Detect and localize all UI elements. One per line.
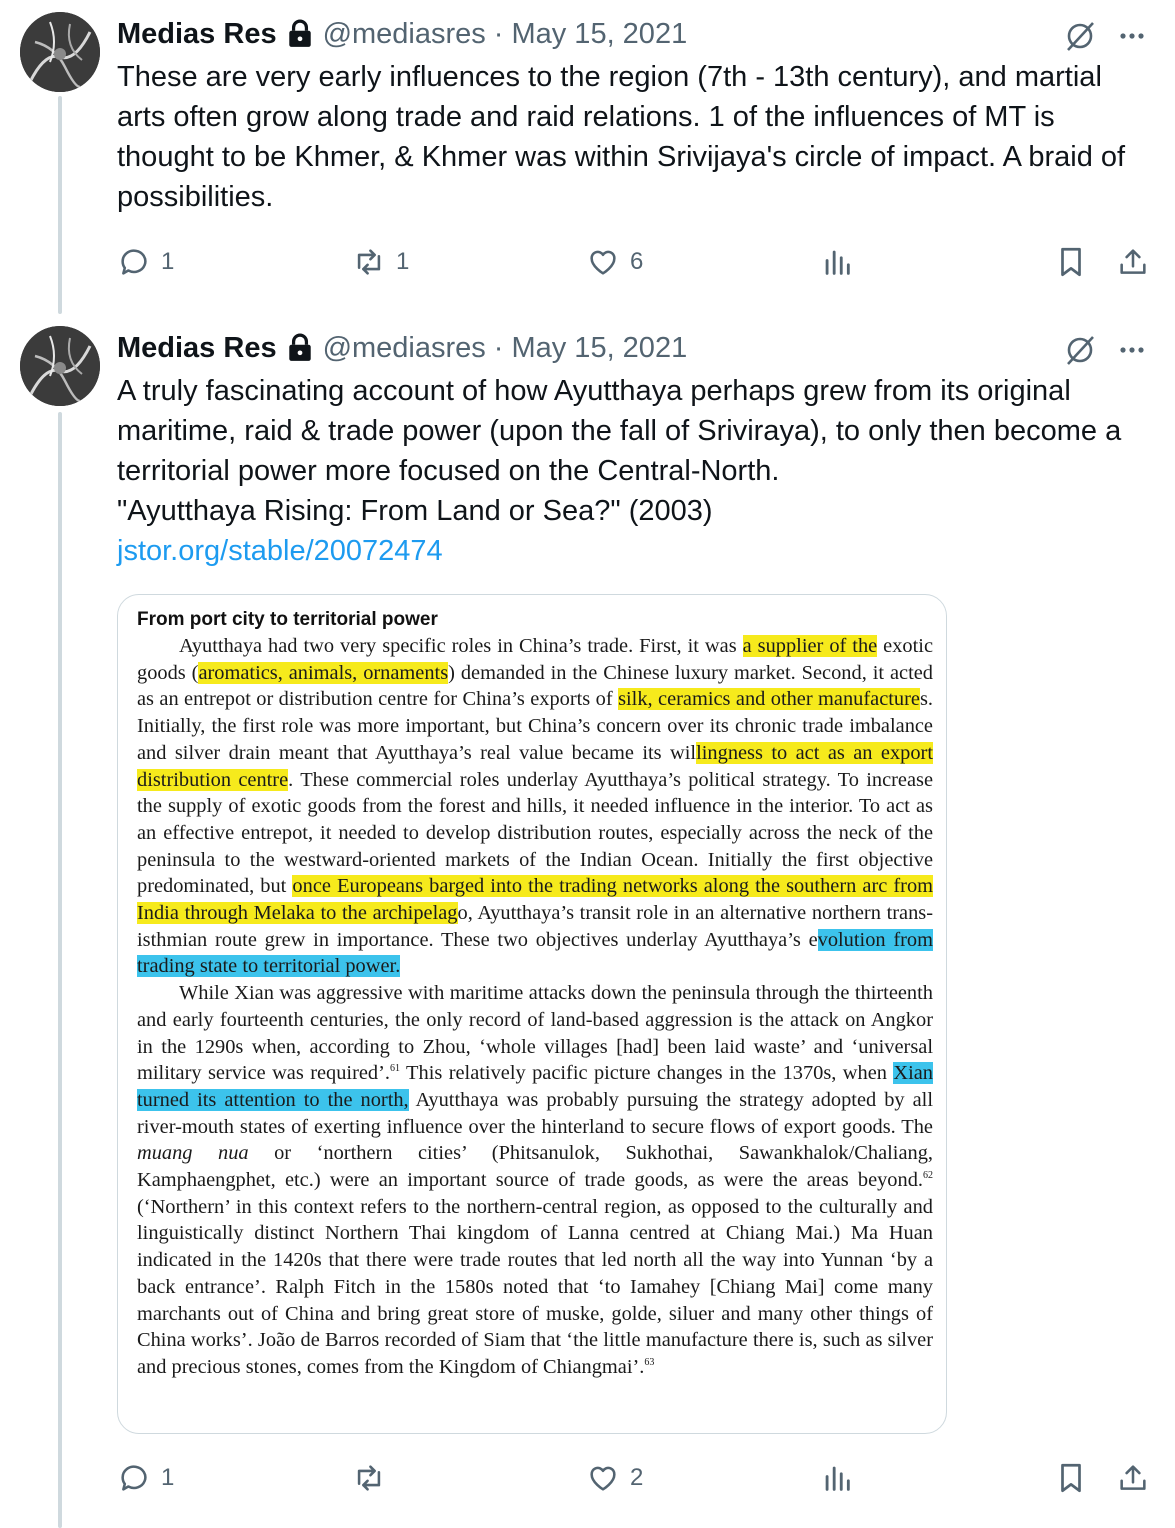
bookmark-icon	[1061, 247, 1081, 277]
tweet-text-body: These are very early influences to the r…	[117, 61, 1126, 213]
share-icon	[1120, 1465, 1146, 1490]
yellow-highlight: a supplier of the	[742, 635, 878, 657]
like-icon	[590, 1466, 616, 1491]
more-icon[interactable]	[1114, 18, 1150, 54]
tweet[interactable]: Medias Res @mediasres · May 15, 2021 A t…	[0, 314, 1175, 1528]
share-button[interactable]	[1116, 242, 1150, 282]
grok-icon[interactable]	[1062, 332, 1098, 368]
bookmark-button[interactable]	[1054, 1458, 1088, 1498]
page-body: Ayutthaya had two very specific roles in…	[137, 633, 933, 1381]
tweet-header: Medias Res @mediasres · May 15, 2021	[117, 14, 687, 54]
grok-icon[interactable]	[1062, 18, 1098, 54]
article-link[interactable]: jstor.org/stable/20072474	[117, 535, 443, 567]
footnote-ref: 63	[644, 1357, 655, 1369]
tweet[interactable]: Medias Res @mediasres · May 15, 2021 The…	[0, 0, 1175, 310]
views-button[interactable]	[820, 1458, 854, 1498]
article-title: "Ayutthaya Rising: From Land or Sea?" (2…	[117, 495, 713, 527]
like-icon	[590, 250, 616, 275]
author-handle[interactable]: @mediasres	[323, 332, 486, 365]
views-button[interactable]	[820, 242, 854, 282]
views-icon	[825, 250, 850, 275]
footnote-ref: 62	[923, 1170, 933, 1182]
author-handle[interactable]: @mediasres	[323, 18, 486, 51]
lock-icon	[288, 19, 311, 47]
footnote-ref: 61	[390, 1063, 401, 1075]
repost-button[interactable]	[352, 1458, 396, 1498]
timestamp[interactable]: May 15, 2021	[511, 332, 687, 365]
separator: ·	[493, 331, 504, 364]
like-button[interactable]: 2	[586, 1458, 643, 1498]
page-heading: From port city to territorial power	[137, 609, 438, 630]
like-count: 2	[630, 1464, 644, 1491]
tweet-text-body: A truly fascinating account of how Ayutt…	[117, 375, 1122, 487]
repost-icon	[357, 1465, 381, 1491]
paragraph-1: Ayutthaya had two very specific roles in…	[137, 635, 934, 978]
reply-button[interactable]: 1	[117, 242, 174, 282]
repost-count: 1	[396, 248, 410, 275]
tweet-actions: 1 2	[0, 1458, 1175, 1498]
paragraph-2: While Xian was aggressive with maritime …	[137, 982, 933, 1378]
lock-icon	[288, 333, 311, 361]
bookmark-icon	[1061, 1463, 1081, 1493]
share-icon	[1120, 249, 1146, 274]
reply-count: 1	[161, 1464, 175, 1491]
share-button[interactable]	[1116, 1458, 1150, 1498]
author-name[interactable]: Medias Res	[117, 332, 277, 365]
yellow-highlight: aromatics, animals, ornaments	[198, 661, 449, 684]
attached-image[interactable]: From port city to territorial power Ayut…	[117, 594, 947, 1434]
reply-icon	[121, 249, 147, 275]
separator: ·	[493, 17, 504, 50]
repost-button[interactable]: 1	[352, 242, 409, 282]
bookmark-button[interactable]	[1054, 242, 1088, 282]
like-button[interactable]: 6	[586, 242, 643, 282]
more-icon[interactable]	[1114, 332, 1150, 368]
timestamp[interactable]: May 15, 2021	[511, 18, 687, 51]
reply-count: 1	[161, 248, 175, 275]
tweet-header: Medias Res @mediasres · May 15, 2021	[117, 328, 687, 368]
avatar[interactable]	[20, 12, 100, 92]
book-page: From port city to territorial power Ayut…	[137, 607, 933, 1381]
reply-button[interactable]: 1	[117, 1458, 174, 1498]
tweet-actions: 1 1 6	[0, 242, 1175, 282]
avatar[interactable]	[20, 326, 100, 406]
yellow-highlight: silk, ceramics and other manufacture	[618, 688, 920, 711]
tweet-text: A truly fascinating account of how Ayutt…	[117, 371, 1157, 571]
like-count: 6	[630, 248, 644, 275]
reply-icon	[121, 1465, 147, 1491]
repost-icon	[357, 249, 381, 275]
author-name[interactable]: Medias Res	[117, 18, 277, 51]
tweet-text: These are very early influences to the r…	[117, 57, 1157, 217]
views-icon	[825, 1466, 850, 1491]
